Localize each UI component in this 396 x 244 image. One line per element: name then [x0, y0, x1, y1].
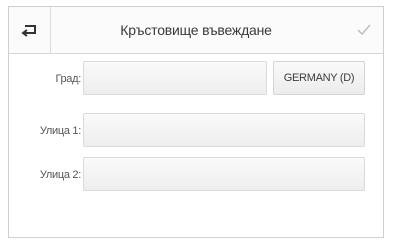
confirm-button[interactable]	[345, 7, 383, 53]
back-button[interactable]	[9, 7, 51, 53]
back-return-icon	[20, 22, 40, 38]
street1-label: Улица 1:	[39, 125, 81, 137]
street2-label: Улица 2:	[39, 169, 81, 181]
page-title: Кръстовище въвеждане	[120, 22, 272, 38]
street2-input[interactable]	[83, 157, 365, 191]
country-button[interactable]: GERMANY (D)	[273, 61, 365, 95]
street1-input[interactable]	[83, 113, 365, 147]
intersection-entry-screen: Кръстовище въвеждане Град: GERMANY (D) У…	[8, 6, 384, 238]
city-input[interactable]	[83, 61, 267, 95]
checkmark-icon	[356, 23, 372, 37]
city-label: Град:	[55, 73, 81, 85]
header-bar: Кръстовище въвеждане	[9, 7, 383, 54]
